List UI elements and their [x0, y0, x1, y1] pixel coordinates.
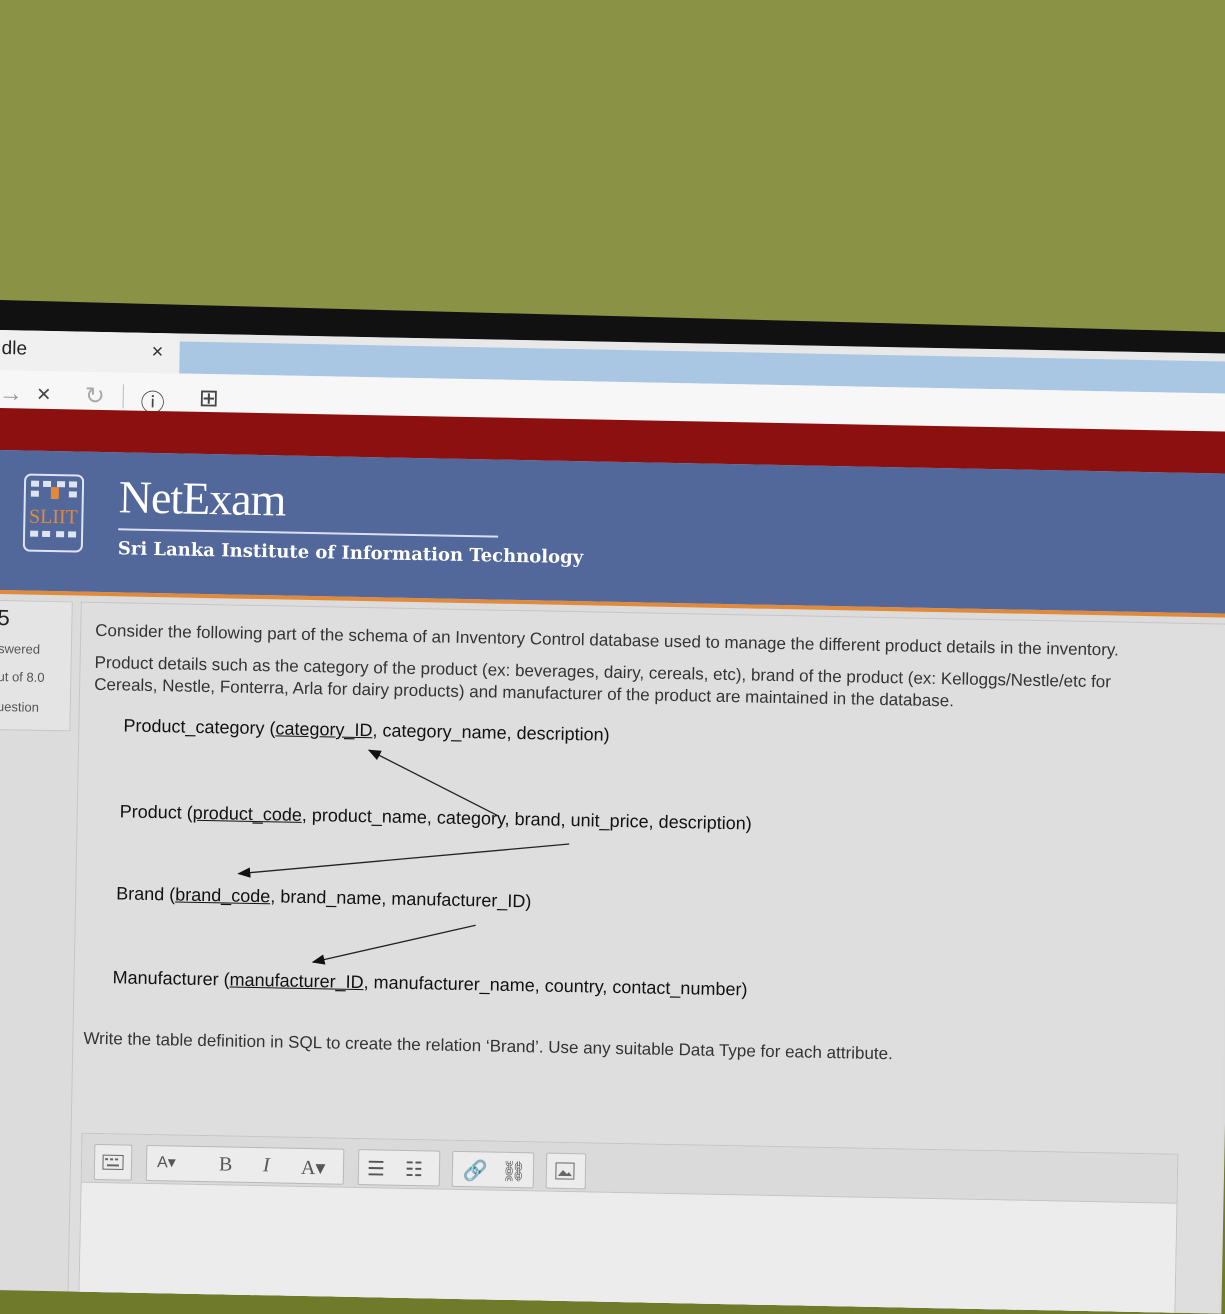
background-wall — [0, 0, 1225, 340]
keyboard-icon[interactable] — [102, 1154, 124, 1171]
toolbar-group-image — [545, 1152, 587, 1190]
answer-editor: A▾ B I A▾ ☰ ☷ 🔗 ⛓ — [78, 1132, 1179, 1314]
forward-icon[interactable]: → — [0, 380, 23, 408]
text-color-icon[interactable]: A▾ — [301, 1155, 326, 1180]
unlink-icon[interactable]: ⛓ — [501, 1159, 527, 1184]
bullet-list-icon[interactable]: ☰ — [367, 1156, 385, 1181]
screen: dle × → × ↻ ⓘ ⊞ SLIIT NetExam Sri Lanka — [0, 330, 1225, 1314]
nav-divider — [122, 384, 124, 409]
arrow-category-fk — [367, 749, 499, 817]
page-add-icon[interactable]: ⊞ — [198, 384, 219, 413]
flag-question[interactable]: question — [0, 699, 39, 715]
toolbar-group-keyboard — [93, 1143, 133, 1181]
logo-text: SLIIT — [29, 506, 78, 529]
question-content: Consider the following part of the schem… — [67, 601, 1225, 1314]
font-size-icon[interactable]: A▾ — [157, 1152, 176, 1172]
question-number: 5 — [0, 605, 10, 631]
browser-tab[interactable]: dle × — [0, 330, 180, 374]
arrow-brand-fk — [237, 843, 570, 878]
site-brand: NetExam — [118, 471, 286, 526]
toolbar-group-lists: ☰ ☷ — [357, 1149, 441, 1187]
answer-text-area[interactable] — [79, 1182, 1177, 1314]
tab-title: dle — [1, 338, 28, 360]
brand-underline — [118, 528, 499, 538]
arrow-manufacturer-fk — [311, 924, 476, 965]
bold-icon[interactable]: B — [219, 1153, 233, 1176]
numbered-list-icon[interactable]: ☷ — [405, 1157, 423, 1182]
stop-icon[interactable]: × — [36, 381, 52, 409]
sliit-logo: SLIIT — [22, 473, 85, 553]
question-status: nswered — [0, 640, 41, 657]
question-info-panel: 5 nswered out of 8.0 question — [0, 599, 73, 732]
tab-close-icon[interactable]: × — [151, 341, 163, 364]
site-header: SLIIT NetExam Sri Lanka Institute of Inf… — [0, 449, 1225, 614]
italic-icon[interactable]: I — [263, 1154, 270, 1177]
question-marks: out of 8.0 — [0, 668, 45, 685]
reload-icon[interactable]: ↻ — [84, 382, 105, 411]
site-subtitle: Sri Lanka Institute of Information Techn… — [117, 538, 584, 569]
toolbar-group-format: A▾ B I A▾ — [145, 1144, 345, 1185]
toolbar-group-links: 🔗 ⛓ — [451, 1150, 535, 1189]
image-icon[interactable] — [555, 1162, 575, 1180]
link-icon[interactable]: 🔗 — [463, 1158, 488, 1183]
